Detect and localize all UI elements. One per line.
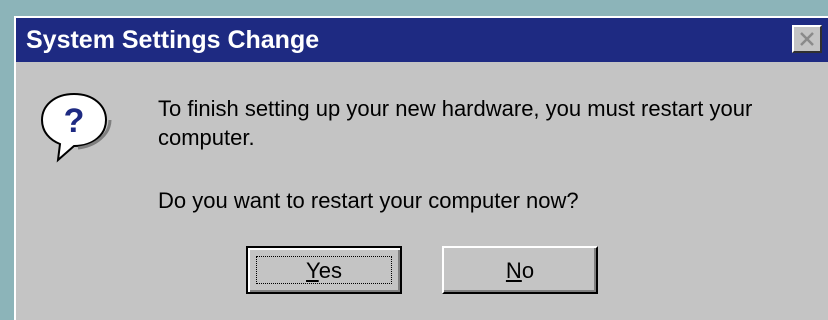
restart-message: To finish setting up your new hardware, … bbox=[158, 96, 753, 150]
close-button[interactable] bbox=[792, 25, 822, 53]
message-text: To finish setting up your new hardware, … bbox=[158, 94, 818, 152]
close-icon bbox=[800, 32, 814, 46]
yes-button-label: Yes bbox=[248, 258, 400, 284]
dialog-title: System Settings Change bbox=[26, 26, 320, 54]
svg-text:?: ? bbox=[64, 102, 85, 140]
desktop-background: System Settings Change ? To finish setti… bbox=[0, 0, 828, 320]
title-bar[interactable]: System Settings Change bbox=[16, 18, 828, 62]
no-button[interactable]: No bbox=[442, 246, 598, 294]
question-icon: ? bbox=[40, 92, 112, 163]
system-settings-change-dialog: System Settings Change ? To finish setti… bbox=[14, 16, 828, 320]
yes-label-rest: es bbox=[318, 258, 342, 283]
yes-mnemonic: Y bbox=[306, 258, 319, 283]
no-button-label: No bbox=[444, 258, 596, 284]
yes-button[interactable]: Yes bbox=[246, 246, 402, 294]
restart-question: Do you want to restart your computer now… bbox=[158, 188, 579, 213]
no-mnemonic: N bbox=[505, 258, 522, 283]
no-label-rest: o bbox=[521, 258, 535, 283]
